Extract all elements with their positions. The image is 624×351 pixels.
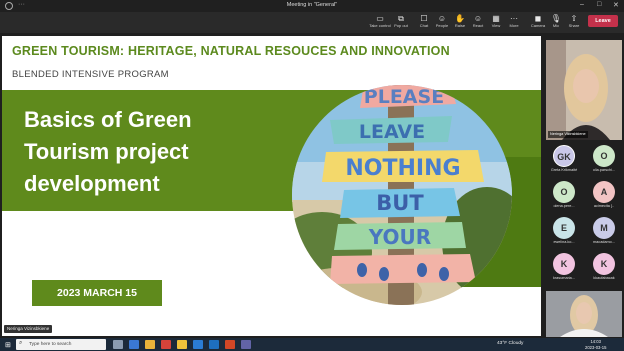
sign-word-nothing: NOTHING (345, 156, 460, 181)
avatar: A (593, 181, 615, 203)
presenter-name-tag: Neringa Vizinsbkiene (4, 325, 53, 333)
avatar: M (593, 217, 615, 239)
title-bar: ··· Meeting in "General" – □ ✕ (0, 0, 624, 12)
share-button[interactable]: ⇧ Share (563, 14, 585, 32)
slide-title: Basics of Green Tourism project developm… (24, 107, 192, 196)
avatar: K (593, 253, 615, 275)
taskbar: ⊞ ⌕ Type here to search 43°F Cloudy 14:0… (0, 338, 624, 351)
outlook-icon[interactable] (193, 340, 203, 349)
participant-tile[interactable]: A acimecita [.. (584, 181, 624, 217)
edge-icon[interactable] (129, 340, 139, 349)
file-explorer-icon[interactable] (177, 340, 187, 349)
presenter-video-image (546, 40, 622, 140)
participant-tile[interactable]: O olena.pere... (544, 181, 584, 217)
more-icon: ··· (510, 14, 518, 23)
participant-tile[interactable]: M macadamo... (584, 217, 624, 253)
search-icon: ⌕ (19, 340, 23, 346)
slide-heading: GREEN TOURISM: HERITAGE, NATURAL RESOUCE… (12, 44, 450, 58)
meeting-toolbar: ▭ Take control ⧉ Pop out ☐ Chat ☺ People… (0, 12, 624, 33)
close-button[interactable]: ✕ (613, 1, 619, 9)
minimize-button[interactable]: – (580, 1, 584, 8)
more-button[interactable]: ··· More (503, 14, 525, 32)
share-icon: ⇧ (570, 14, 578, 23)
participants-panel: Neringa Vizinsbkiene GK Greta Krikmaitė … (544, 33, 624, 338)
presenter-video-name: Neringa Vizinsbkiene (548, 131, 588, 138)
sign-word-please: PLEASE (364, 86, 444, 108)
self-video-image (546, 291, 622, 337)
powerpoint-icon[interactable] (225, 340, 235, 349)
taskbar-search[interactable]: ⌕ Type here to search (16, 339, 106, 350)
word-icon[interactable] (209, 340, 219, 349)
pop-out-icon: ⧉ (398, 14, 404, 23)
avatar: O (553, 181, 575, 203)
chrome-icon[interactable] (145, 340, 155, 349)
presenter-video[interactable]: Neringa Vizinsbkiene (546, 40, 622, 140)
avatar: GK (553, 145, 575, 167)
pop-out-button[interactable]: ⧉ Pop out (390, 14, 412, 32)
participant-tile[interactable]: K kkaufabacak (584, 253, 624, 289)
sign-word-but: BUT (376, 191, 424, 215)
leave-button[interactable]: Leave (588, 15, 618, 27)
take-control-button[interactable]: ▭ Take control (369, 14, 391, 32)
opera-icon[interactable] (161, 340, 171, 349)
participant-tile[interactable]: E ewelina.ko... (544, 217, 584, 253)
participant-tile[interactable]: K krasumaria... (544, 253, 584, 289)
teams-taskbar-icon[interactable] (241, 340, 251, 349)
avatar: O (593, 145, 615, 167)
maximize-button[interactable]: □ (597, 1, 601, 8)
avatar: E (553, 217, 575, 239)
avatar: K (553, 253, 575, 275)
participant-tile[interactable]: GK Greta Krikmaitė (544, 145, 584, 181)
slide-subheading: BLENDED INTENSIVE PROGRAM (12, 69, 169, 80)
window-title: Meeting in "General" (286, 2, 338, 8)
take-control-icon: ▭ (376, 14, 384, 23)
participant-tile[interactable]: O olia.parschi... (584, 145, 624, 181)
windows-start-icon[interactable]: ⊞ (5, 341, 11, 349)
shared-slide: GREEN TOURISM: HERITAGE, NATURAL RESOUCE… (2, 36, 541, 336)
self-video[interactable] (546, 291, 622, 337)
sign-word-leave: LEAVE (359, 121, 425, 143)
clock[interactable]: 14:03 2023-03-15 (585, 339, 606, 350)
signpost-image: PLEASE LEAVE NOTHING BUT YOUR (292, 85, 512, 305)
date-box: 2023 MARCH 15 (32, 280, 162, 306)
sign-word-your: YOUR (368, 225, 431, 249)
weather-widget[interactable]: 43°F Cloudy (497, 341, 523, 346)
task-view-icon[interactable] (113, 340, 123, 349)
